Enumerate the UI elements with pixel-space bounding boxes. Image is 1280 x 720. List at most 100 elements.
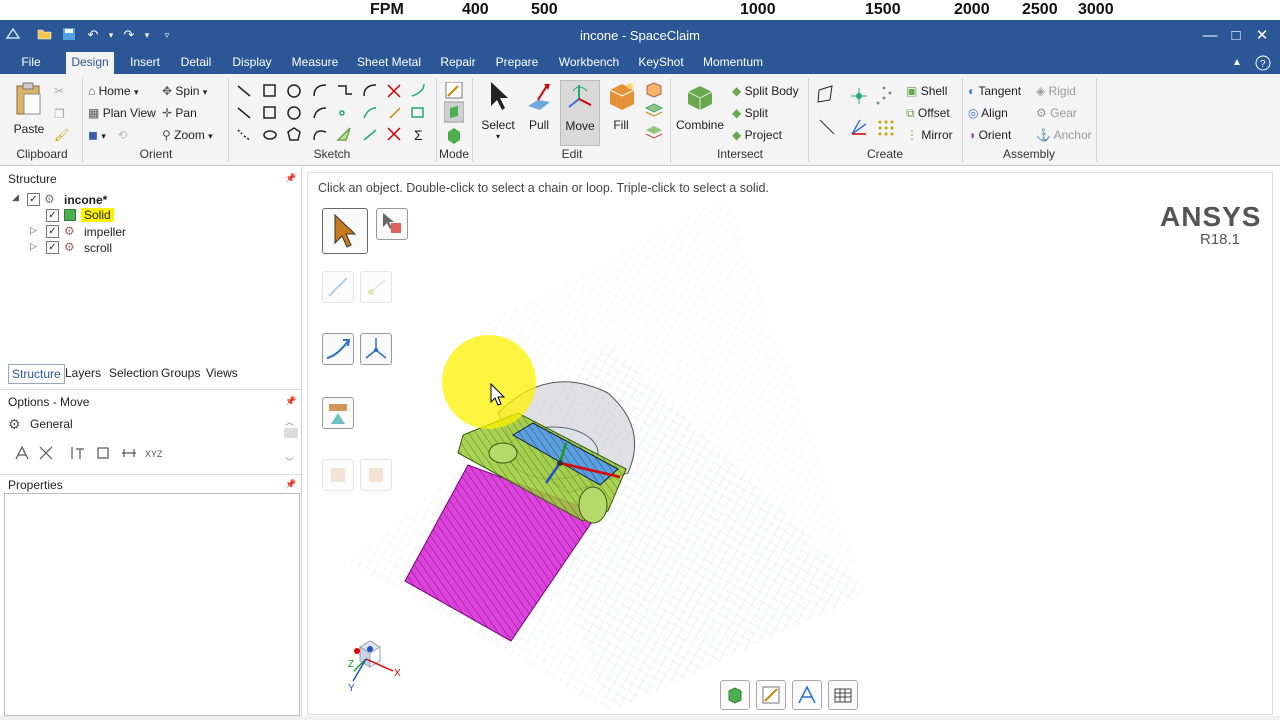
tree-root[interactable]: ◢ ✓ ⚙ incone* [12, 192, 212, 208]
detach-icon [369, 468, 383, 482]
expand-icon[interactable]: ▷ [30, 241, 37, 252]
anchor-tool-guide[interactable] [360, 271, 392, 303]
split-button[interactable]: ◆ Split [732, 106, 768, 120]
mirror-button[interactable]: ⋮ Mirror [906, 128, 953, 142]
tab-views[interactable]: Views [203, 364, 241, 384]
mirror-label: Mirror [921, 128, 953, 142]
format-painter-icon[interactable]: 🖌 [54, 128, 70, 144]
tab-sheet-metal[interactable]: Sheet Metal [356, 52, 422, 74]
zoom-button[interactable]: ⚲ Zoom ▾ [162, 128, 213, 142]
align-button[interactable]: ◎ Align [968, 106, 1008, 120]
pan-button[interactable]: ✛ Pan [162, 106, 197, 120]
gear-button[interactable]: ⚙ Gear [1036, 106, 1077, 120]
tab-structure[interactable]: Structure [8, 364, 65, 384]
tab-keyshot[interactable]: KeyShot [636, 52, 686, 74]
select-tool-guide[interactable] [322, 208, 368, 254]
tab-file[interactable]: File [14, 52, 48, 74]
orient-button[interactable]: ◑ Orient [968, 128, 1011, 142]
model-scene[interactable]: X Z Y [308, 173, 1273, 715]
tab-display[interactable]: Display [228, 52, 276, 74]
graphics-viewport[interactable]: Click an object. Double-click to select … [307, 172, 1273, 715]
home-label: Home [98, 84, 131, 98]
sketch-tools-grid[interactable]: Σ [234, 80, 430, 146]
pin-icon[interactable]: 📌 [285, 479, 296, 489]
scrollbar-thumb[interactable] [284, 428, 298, 438]
tab-selection[interactable]: Selection [106, 364, 161, 384]
edit-extra-tools[interactable] [644, 82, 664, 144]
fpm-tick: 1500 [865, 1, 901, 18]
ruler-tool-guide[interactable] [322, 459, 354, 491]
tab-groups[interactable]: Groups [158, 364, 203, 384]
view-options-button[interactable] [828, 680, 858, 710]
minimize-icon[interactable]: — [1198, 24, 1222, 48]
tangent-button[interactable]: ◐ Tangent [968, 84, 1021, 98]
tab-design[interactable]: Design [66, 52, 114, 74]
offset-button[interactable]: ⧉ Offset [906, 106, 950, 121]
pin-icon[interactable]: 📌 [285, 173, 296, 183]
move-button[interactable]: Move [560, 80, 600, 146]
tree-item-scroll[interactable]: ▷ ✓ ⚙ scroll [30, 240, 230, 256]
tab-prepare[interactable]: Prepare [492, 52, 542, 74]
properties-grid[interactable] [4, 493, 300, 716]
combine-button[interactable]: Combine [676, 80, 724, 146]
tab-insert[interactable]: Insert [124, 52, 166, 74]
tab-detail[interactable]: Detail [176, 52, 216, 74]
select-button[interactable]: Select ▾ [478, 80, 518, 146]
up-to-tool-guide[interactable] [322, 397, 354, 429]
mode-tools[interactable] [444, 82, 464, 144]
maximize-icon[interactable]: □ [1224, 24, 1248, 48]
expand-icon[interactable]: ▷ [30, 225, 37, 236]
tab-measure[interactable]: Measure [286, 52, 344, 74]
properties-panel-title: Properties [8, 478, 63, 492]
shell-button[interactable]: ▣ Shell [906, 84, 947, 98]
visibility-checkbox[interactable]: ✓ [27, 193, 40, 206]
fill-button[interactable]: Fill [602, 80, 640, 146]
visibility-checkbox[interactable]: ✓ [46, 225, 59, 238]
tree-item-impeller[interactable]: ▷ ✓ ⚙ impeller [30, 224, 230, 240]
detach-tool-guide[interactable] [360, 459, 392, 491]
project-button[interactable]: ◆ Project [732, 128, 782, 142]
anchor-button[interactable]: ⚓ Anchor [1036, 128, 1092, 142]
paste-button[interactable]: Paste [8, 78, 50, 140]
tree-item-solid[interactable]: ✓ Solid [30, 208, 230, 224]
sketch-mode-button[interactable] [756, 680, 786, 710]
collapse-ribbon-icon[interactable]: ▲ [1228, 52, 1246, 74]
move-along-trajectory-guide[interactable] [322, 333, 354, 365]
copy-icon[interactable]: ❐ [54, 107, 70, 123]
view-cube-button[interactable]: ◼ ▾ ⟲ [88, 128, 127, 142]
help-icon[interactable]: ? [1252, 52, 1274, 74]
move-option-icons[interactable]: XYZ [14, 445, 164, 463]
spin-button[interactable]: ✥ Spin ▾ [162, 84, 207, 98]
fpm-scale-strip: FPM 400 500 1000 1500 2000 2500 3000 [0, 0, 1280, 20]
cut-icon[interactable]: ✂ [54, 84, 70, 100]
move-icon [568, 85, 592, 108]
tab-momentum[interactable]: Momentum [700, 52, 766, 74]
visibility-checkbox[interactable]: ✓ [46, 209, 59, 222]
direction-tool-guide[interactable] [322, 271, 354, 303]
orient-label: Orient [978, 128, 1012, 142]
pin-icon[interactable]: 📌 [285, 396, 296, 406]
scroll-up-icon[interactable]: ︿ [285, 415, 294, 428]
x-axis-label: X [394, 668, 401, 679]
plan-view-button[interactable]: ▦ Plan View [88, 106, 156, 120]
rigid-label: Rigid [1048, 84, 1076, 98]
section-mode-button[interactable] [792, 680, 822, 710]
pivot-tool-guide[interactable] [360, 333, 392, 365]
pull-button[interactable]: Pull [520, 80, 558, 146]
ribbon-tabs: File Design Insert Detail Display Measur… [0, 52, 1280, 74]
close-icon[interactable]: ✕ [1250, 24, 1274, 48]
tab-workbench[interactable]: Workbench [556, 52, 622, 74]
spin-label: Spin [175, 84, 200, 98]
tab-layers[interactable]: Layers [62, 364, 104, 384]
rigid-button[interactable]: ◈ Rigid [1036, 84, 1076, 98]
scroll-down-icon[interactable]: ﹀ [285, 455, 294, 468]
split-body-button[interactable]: ◆ Split Body [732, 84, 799, 98]
collapse-icon[interactable]: ◢ [12, 192, 19, 203]
fpm-tick: 1000 [740, 1, 776, 18]
create-tools-grid[interactable] [816, 84, 902, 144]
solid-mode-button[interactable] [720, 680, 750, 710]
home-button[interactable]: ⌂ Home ▾ [88, 84, 138, 98]
visibility-checkbox[interactable]: ✓ [46, 241, 59, 254]
select-component-guide[interactable] [376, 208, 408, 240]
tab-repair[interactable]: Repair [436, 52, 480, 74]
